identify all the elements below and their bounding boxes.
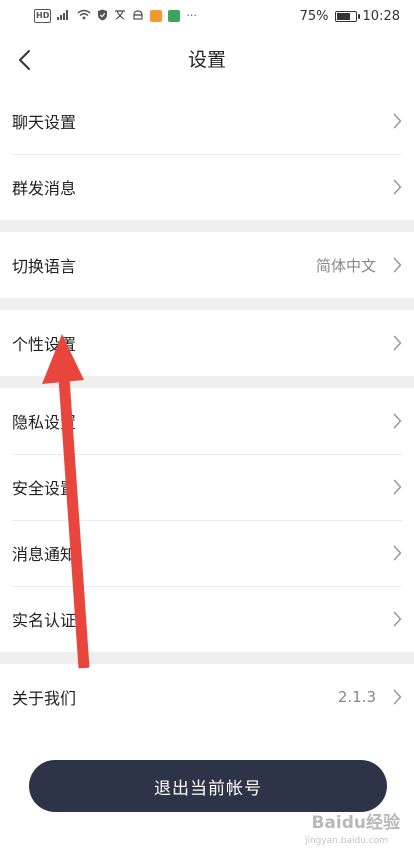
chevron-right-icon: [392, 335, 402, 351]
shield-icon: [97, 9, 108, 24]
signal-icon: [57, 9, 71, 23]
settings-row[interactable]: 个性设置: [0, 310, 414, 376]
settings-row-value: 2.1.3: [337, 688, 376, 706]
translate-icon: [114, 9, 126, 24]
settings-row[interactable]: 隐私设置: [0, 388, 414, 454]
settings-group: 隐私设置安全设置消息通知实名认证: [0, 388, 414, 652]
group-divider: [0, 220, 414, 232]
wifi-icon: [77, 9, 91, 23]
settings-row-label: 隐私设置: [12, 413, 77, 432]
settings-row[interactable]: 聊天设置: [0, 88, 414, 154]
settings-row-label: 关于我们: [12, 689, 77, 708]
chevron-right-icon: [392, 545, 402, 561]
settings-group: 个性设置: [0, 310, 414, 376]
group-divider: [0, 376, 414, 388]
android-icon: [132, 9, 144, 24]
settings-group: 聊天设置 群发消息: [0, 88, 414, 220]
watermark-url: jingyan.baidu.com: [304, 836, 388, 846]
settings-row-label: 切换语言: [12, 257, 77, 276]
watermark-logo: Baidu经验: [311, 813, 400, 833]
status-left: HD ···: [34, 9, 197, 24]
battery-fill: [336, 12, 350, 20]
header: 设置: [0, 32, 414, 88]
settings-row-value: 简体中文: [315, 256, 376, 275]
settings-row[interactable]: 安全设置: [0, 454, 414, 520]
settings-group: 切换语言 简体中文: [0, 232, 414, 298]
group-divider: [0, 298, 414, 310]
group-divider: [0, 652, 414, 664]
hd-icon: HD: [34, 9, 52, 23]
clock: 10:28: [362, 8, 400, 24]
page-title: 设置: [187, 49, 226, 71]
status-bar: HD ··· 75% 10:28: [0, 0, 414, 32]
settings-row-label: 安全设置: [12, 479, 77, 498]
settings-row[interactable]: 群发消息: [0, 154, 414, 220]
chevron-right-icon: [392, 257, 402, 273]
logout-button[interactable]: 退出当前帐号: [29, 760, 387, 812]
settings-row-label: 群发消息: [12, 179, 77, 198]
more-notifications-icon: ···: [186, 9, 197, 22]
settings-row-label: 个性设置: [12, 335, 77, 354]
chevron-right-icon: [392, 179, 402, 195]
settings-row[interactable]: 消息通知: [0, 520, 414, 586]
settings-row[interactable]: 关于我们 2.1.3: [0, 664, 414, 730]
settings-row-label: 实名认证: [12, 611, 77, 630]
boat-app-icon: [168, 10, 181, 22]
chevron-right-icon: [392, 413, 402, 429]
chevron-right-icon: [392, 689, 402, 705]
settings-group: 关于我们 2.1.3: [0, 664, 414, 730]
chevron-right-icon: [392, 611, 402, 627]
settings-row-label: 聊天设置: [12, 113, 77, 132]
chevron-right-icon: [392, 479, 402, 495]
settings-row[interactable]: 实名认证: [0, 586, 414, 652]
battery-percent: 75%: [299, 8, 329, 24]
chevron-right-icon: [392, 113, 402, 129]
settings-list: 聊天设置群发消息切换语言 简体中文个性设置隐私设置安全设置消息通知实名认证关于我们…: [0, 88, 414, 730]
video-app-icon: [150, 10, 163, 22]
battery-icon: [334, 10, 360, 22]
settings-row-label: 消息通知: [12, 545, 77, 564]
status-right: 75% 10:28: [300, 9, 400, 24]
settings-row[interactable]: 切换语言 简体中文: [0, 232, 414, 298]
